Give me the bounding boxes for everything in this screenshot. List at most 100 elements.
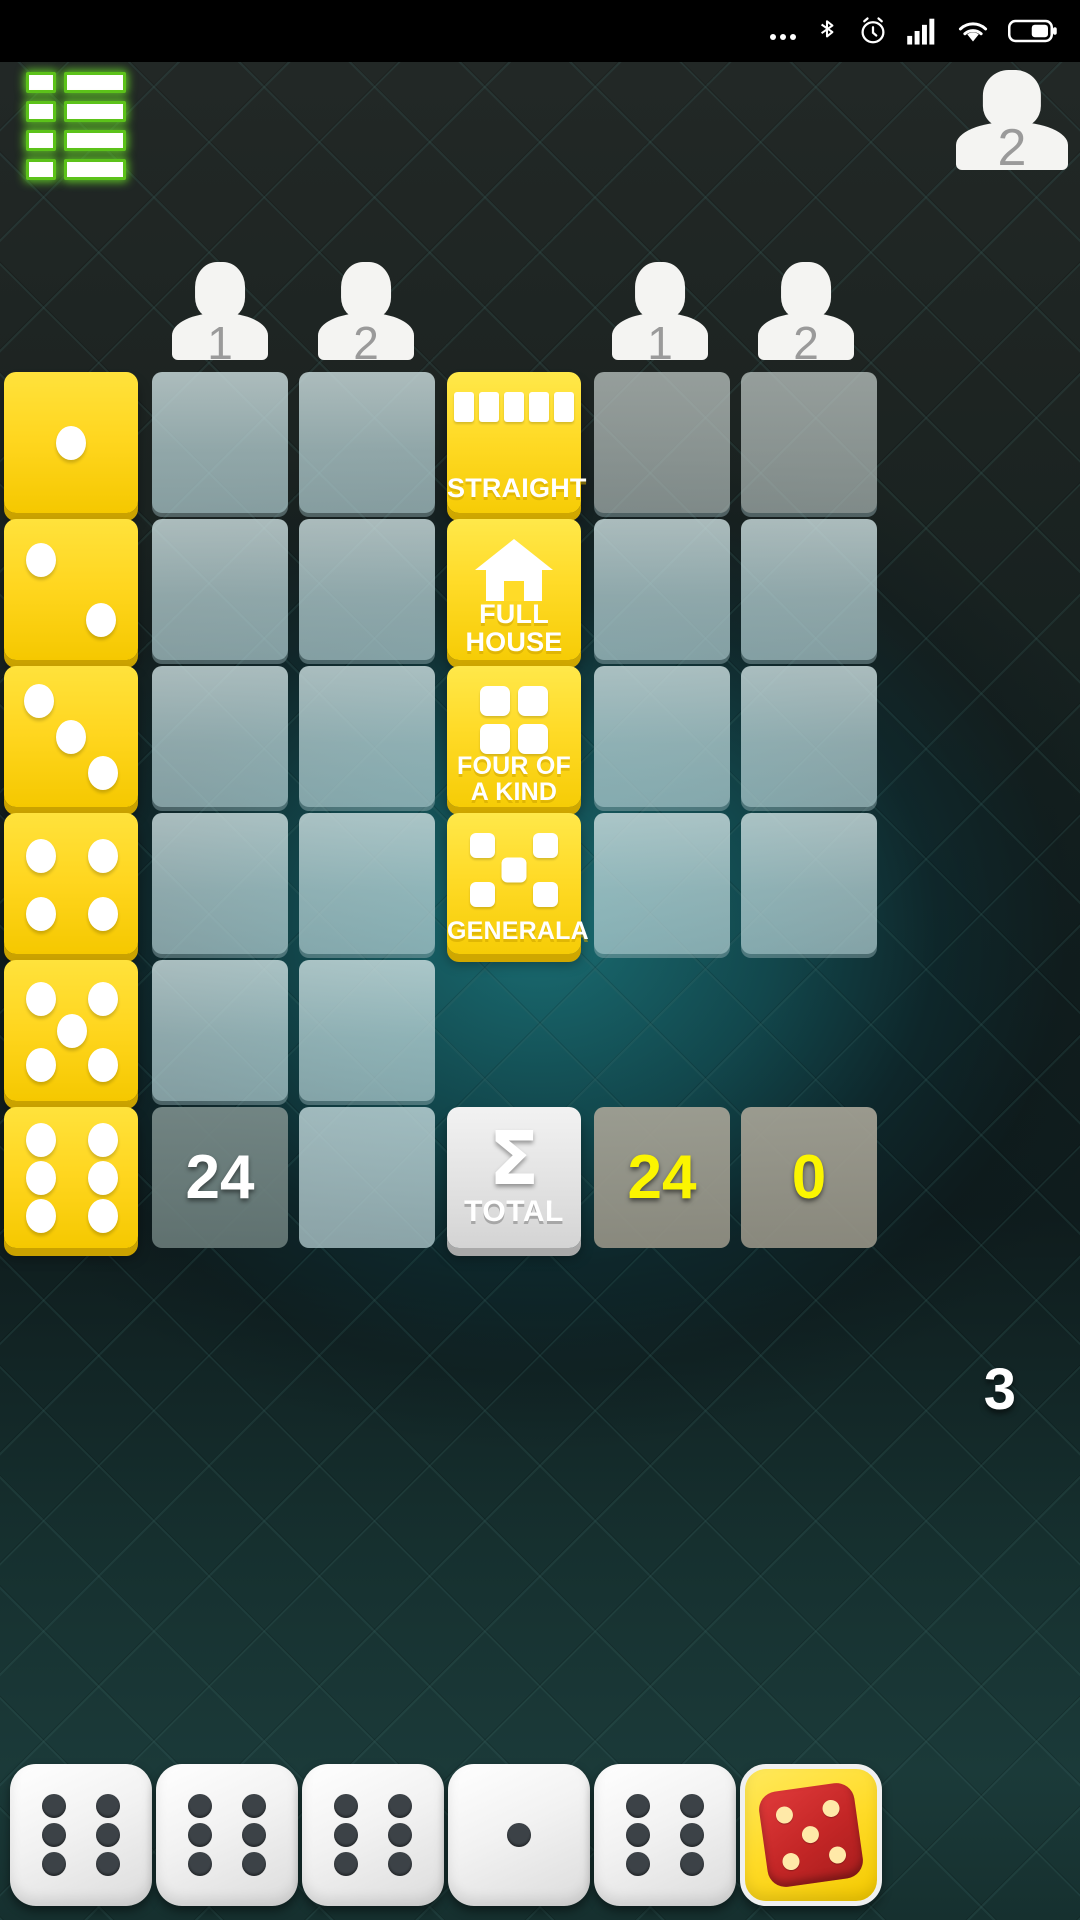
total-cell-p1[interactable]: 24	[152, 1107, 288, 1248]
score-cell-p2-threes[interactable]	[299, 666, 435, 807]
pip	[388, 1852, 412, 1876]
battery-icon	[1008, 17, 1058, 45]
die-face-6	[302, 1764, 444, 1906]
pip	[96, 1823, 120, 1847]
category-threes[interactable]	[4, 666, 138, 807]
player-avatar-icon: 2	[318, 262, 414, 366]
menu-row	[26, 159, 126, 180]
column-avatar-1[interactable]: 1	[172, 262, 268, 366]
house-roof	[475, 539, 553, 570]
pip	[24, 684, 54, 718]
red-die-face	[756, 1780, 866, 1890]
four-squares-icon	[480, 686, 548, 754]
total-category-tile[interactable]: Σ TOTAL	[447, 1107, 581, 1248]
category-twos[interactable]	[4, 519, 138, 660]
total-cell-p4[interactable]: 0	[741, 1107, 877, 1248]
score-cell-p1-twos[interactable]	[152, 519, 288, 660]
dice-pips-2	[4, 519, 138, 660]
die-6-held[interactable]	[740, 1764, 882, 1906]
menu-row	[26, 101, 126, 122]
score-cell-p4-four-of-a-kind[interactable]	[741, 666, 877, 807]
table-row: 24 Σ TOTAL 24 0	[0, 1105, 1080, 1252]
pip	[242, 1794, 266, 1818]
dice-pips-6	[4, 1107, 138, 1248]
score-cell-p4-generala[interactable]	[741, 813, 877, 954]
category-ones[interactable]	[4, 372, 138, 513]
avatar-number: 2	[793, 317, 819, 369]
category-sixes[interactable]	[4, 1107, 138, 1248]
die-2[interactable]	[156, 1764, 298, 1906]
table-row: FOUR OF A KIND	[0, 664, 1080, 811]
player-avatar-icon: 2	[758, 262, 854, 366]
avatar-head	[635, 262, 685, 319]
score-cell-p2-twos[interactable]	[299, 519, 435, 660]
column-avatar-3[interactable]: 1	[612, 262, 708, 366]
score-cell-p3-generala[interactable]	[594, 813, 730, 954]
bluetooth-icon	[814, 16, 840, 46]
total-cell-p2[interactable]	[299, 1107, 435, 1248]
pip	[680, 1852, 704, 1876]
category-full-house[interactable]: FULL HOUSE	[447, 519, 581, 660]
scoreboard-list-icon[interactable]	[26, 72, 126, 180]
total-label: TOTAL	[464, 1194, 564, 1228]
wifi-icon	[956, 17, 990, 45]
pip	[26, 1199, 56, 1233]
menu-square	[26, 159, 56, 180]
score-cell-p4-straight[interactable]	[741, 372, 877, 513]
pip	[88, 1048, 118, 1082]
score-cell-p3-straight[interactable]	[594, 372, 730, 513]
score-cell-p4-full-house[interactable]	[741, 519, 877, 660]
table-row	[0, 958, 1080, 1105]
avatar-number: 1	[207, 317, 233, 369]
score-cell-p3-four-of-a-kind[interactable]	[594, 666, 730, 807]
pip	[188, 1823, 212, 1847]
generala-five-icon	[470, 833, 558, 907]
die-face-1	[448, 1764, 590, 1906]
die-1[interactable]	[10, 1764, 152, 1906]
total-cell-p3[interactable]: 24	[594, 1107, 730, 1248]
category-generala[interactable]: GENERALA	[447, 813, 589, 954]
status-bar	[0, 0, 1080, 62]
dice-pips-5	[4, 960, 138, 1101]
pip	[26, 1048, 56, 1082]
die-4[interactable]	[448, 1764, 590, 1906]
category-fours[interactable]	[4, 813, 138, 954]
pip	[26, 982, 56, 1016]
score-cell-p1-fives[interactable]	[152, 960, 288, 1101]
score-cell-p1-threes[interactable]	[152, 666, 288, 807]
pip	[96, 1794, 120, 1818]
die-5[interactable]	[594, 1764, 736, 1906]
avatar-number: 2	[997, 119, 1027, 177]
category-straight[interactable]: STRAIGHT	[447, 372, 586, 513]
alarm-icon	[858, 16, 888, 46]
pip	[42, 1823, 66, 1847]
pip	[42, 1852, 66, 1876]
pip	[242, 1823, 266, 1847]
score-cell-p2-fours[interactable]	[299, 813, 435, 954]
table-row: STRAIGHT	[0, 370, 1080, 517]
score-cell-p2-fives[interactable]	[299, 960, 435, 1101]
current-player-avatar[interactable]: 2	[956, 70, 1068, 174]
column-avatar-2[interactable]: 2	[318, 262, 414, 366]
pip	[334, 1794, 358, 1818]
avatar-head	[781, 262, 831, 319]
die-3[interactable]	[302, 1764, 444, 1906]
column-avatar-4[interactable]: 2	[758, 262, 854, 366]
pip	[334, 1852, 358, 1876]
score-cell-p1-fours[interactable]	[152, 813, 288, 954]
score-value: 24	[627, 1142, 697, 1212]
pip	[680, 1823, 704, 1847]
menu-bar	[64, 101, 126, 122]
score-value: 0	[791, 1142, 827, 1212]
pip	[388, 1794, 412, 1818]
icon-wrap	[480, 686, 548, 754]
more-dots-icon	[770, 18, 796, 44]
menu-square	[26, 130, 56, 151]
pip	[626, 1794, 650, 1818]
score-cell-p1-ones[interactable]	[152, 372, 288, 513]
category-fives[interactable]	[4, 960, 138, 1101]
category-four-of-a-kind[interactable]: FOUR OF A KIND	[447, 666, 581, 807]
score-cell-p2-ones[interactable]	[299, 372, 435, 513]
score-cell-p3-full-house[interactable]	[594, 519, 730, 660]
menu-bar	[64, 72, 126, 93]
